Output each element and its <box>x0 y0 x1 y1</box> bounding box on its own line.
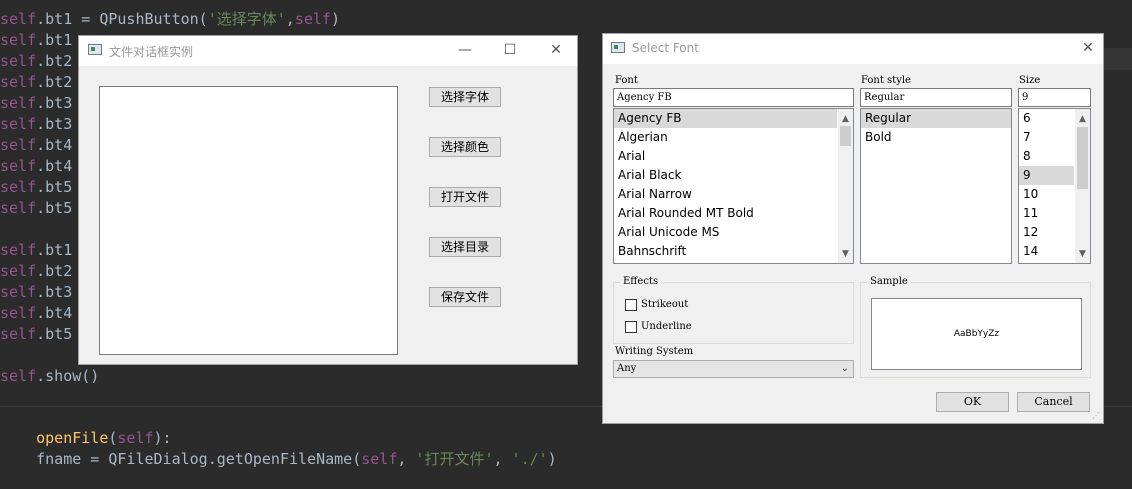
size-list-item[interactable]: 14 <box>1019 242 1074 261</box>
size-list-item[interactable]: 9 <box>1019 166 1074 185</box>
dialog-title: Select Font <box>632 41 699 55</box>
sample-group: Sample AaBbYyZz <box>860 276 1091 378</box>
font-style-list-items: Regular Bold <box>861 109 1011 147</box>
code-line: self.bt2 <box>0 73 73 91</box>
font-list-item[interactable]: Arial Rounded MT Bold <box>614 204 837 223</box>
code-line: self.bt5 <box>0 178 73 196</box>
size-input[interactable]: 9 <box>1018 88 1091 107</box>
sample-preview: AaBbYyZz <box>871 298 1082 370</box>
font-style-list-item[interactable]: Regular <box>861 109 1011 128</box>
code-line: self.bt2 <box>0 52 73 70</box>
window-title: 文件对话框实例 <box>109 45 194 59</box>
font-style-input[interactable]: Regular <box>860 88 1012 107</box>
size-list-item[interactable]: 6 <box>1019 109 1074 128</box>
code-line: self.show() <box>0 367 100 385</box>
size-list-item[interactable]: 11 <box>1019 204 1074 223</box>
writing-system-label: Writing System <box>615 346 694 357</box>
font-list-item[interactable]: Bahnschrift <box>614 242 837 261</box>
size-list-item[interactable]: 7 <box>1019 128 1074 147</box>
underline-label[interactable]: Underline <box>641 321 692 332</box>
text-edit-area[interactable] <box>99 86 398 355</box>
code-line: self.bt4 <box>0 136 73 154</box>
font-list-scrollbar[interactable]: ▲ ▼ <box>838 109 853 263</box>
font-label: Font <box>615 75 638 86</box>
code-line: self.bt4 <box>0 304 73 322</box>
size-list-scrollbar[interactable]: ▲ ▼ <box>1075 109 1090 263</box>
dialog-titlebar[interactable]: Select Font ✕ <box>603 34 1103 64</box>
font-style-list-item[interactable]: Bold <box>861 128 1011 147</box>
ok-button[interactable]: OK <box>936 392 1009 412</box>
font-list-items: Agency FB Algerian Arial Arial Black Arial N… <box>614 109 837 261</box>
scroll-up-icon[interactable]: ▲ <box>1075 112 1090 126</box>
scroll-down-icon[interactable]: ▼ <box>1075 247 1090 261</box>
strikeout-label[interactable]: Strikeout <box>641 299 688 310</box>
resize-grip-icon[interactable]: ⋰ <box>1092 411 1100 420</box>
code-line: self.bt5 <box>0 325 73 343</box>
size-label: Size <box>1019 75 1041 86</box>
sample-text: AaBbYyZz <box>953 329 1000 339</box>
font-list-item[interactable]: Arial Unicode MS <box>614 223 837 242</box>
writing-system-select[interactable]: Any ⌄ <box>613 360 854 378</box>
select-font-button[interactable]: 选择字体 <box>429 87 501 107</box>
size-list-items: 6 7 8 9 10 11 12 14 <box>1019 109 1074 261</box>
effects-group: Effects Strikeout Underline <box>613 276 854 344</box>
font-list-item[interactable]: Algerian <box>614 128 837 147</box>
select-color-button[interactable]: 选择颜色 <box>429 137 501 157</box>
font-style-label: Font style <box>861 75 911 86</box>
code-line-def: openFile(self): <box>36 429 172 447</box>
scroll-down-icon[interactable]: ▼ <box>838 247 853 261</box>
strikeout-checkbox[interactable] <box>625 299 637 311</box>
code-line: self.bt4 <box>0 157 73 175</box>
code-line: self.bt5 <box>0 199 73 217</box>
effects-label: Effects <box>620 276 662 287</box>
file-dialog-example-window[interactable]: 文件对话框实例 — ☐ ✕ 选择字体 选择颜色 打开文件 选择目录 保存文件 <box>78 35 578 365</box>
font-style-list[interactable]: Regular Bold <box>860 108 1012 264</box>
sample-label: Sample <box>867 276 911 287</box>
close-button[interactable]: ✕ <box>545 40 567 60</box>
scrollbar-thumb[interactable] <box>840 126 851 146</box>
size-list[interactable]: 6 7 8 9 10 11 12 14 ▲ ▼ <box>1018 108 1091 264</box>
code-line: self.bt3 <box>0 283 73 301</box>
underline-checkbox[interactable] <box>625 321 637 333</box>
font-list-item[interactable]: Arial Narrow <box>614 185 837 204</box>
font-input[interactable]: Agency FB <box>613 88 854 107</box>
code-line: self.bt1 <box>0 31 73 49</box>
size-list-item[interactable]: 10 <box>1019 185 1074 204</box>
code-line: self.bt1 = QPushButton('选择字体',self) <box>0 10 340 28</box>
select-directory-button[interactable]: 选择目录 <box>429 237 501 257</box>
font-list[interactable]: Agency FB Algerian Arial Arial Black Arial N… <box>613 108 854 264</box>
code-line: self.bt3 <box>0 94 73 112</box>
window-titlebar[interactable]: 文件对话框实例 — ☐ ✕ <box>79 36 577 66</box>
size-list-item[interactable]: 8 <box>1019 147 1074 166</box>
open-file-button[interactable]: 打开文件 <box>429 187 501 207</box>
writing-system-value: Any <box>617 363 637 374</box>
code-line: self.bt2 <box>0 262 73 280</box>
close-button[interactable]: ✕ <box>1077 38 1099 58</box>
size-list-item[interactable]: 12 <box>1019 223 1074 242</box>
font-list-item[interactable]: Arial <box>614 147 837 166</box>
font-list-item[interactable]: Arial Black <box>614 166 837 185</box>
app-icon <box>611 42 625 53</box>
chevron-down-icon: ⌄ <box>840 363 849 374</box>
minimize-button[interactable]: — <box>454 40 476 60</box>
cancel-button[interactable]: Cancel <box>1017 392 1090 412</box>
maximize-button[interactable]: ☐ <box>499 40 521 60</box>
code-line-fname: fname = QFileDialog.getOpenFileName(self… <box>36 450 557 468</box>
scrollbar-thumb[interactable] <box>1077 127 1088 189</box>
font-list-item[interactable]: Agency FB <box>614 109 837 128</box>
app-icon <box>88 44 102 55</box>
save-file-button[interactable]: 保存文件 <box>429 287 501 307</box>
select-font-dialog[interactable]: Select Font ✕ Font Font style Size Agenc… <box>602 33 1104 424</box>
code-line: self.bt3 <box>0 115 73 133</box>
code-line: self.bt1 <box>0 241 73 259</box>
scroll-up-icon[interactable]: ▲ <box>838 112 853 126</box>
